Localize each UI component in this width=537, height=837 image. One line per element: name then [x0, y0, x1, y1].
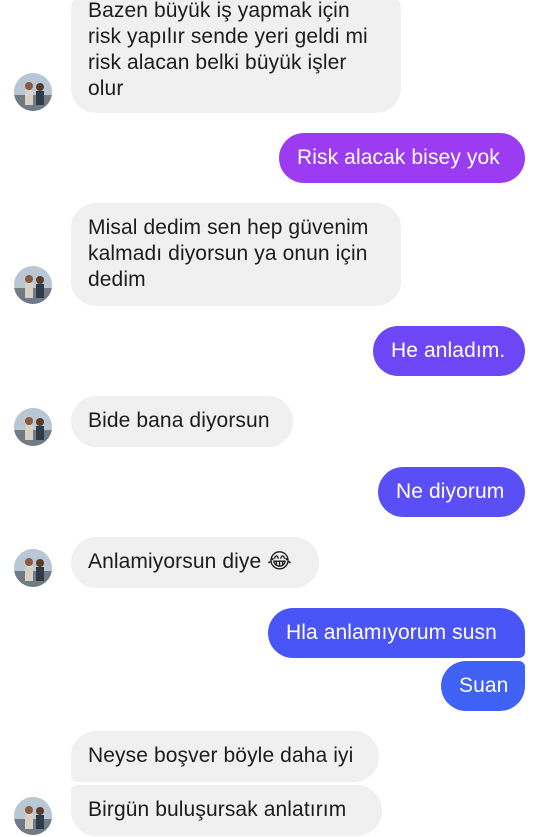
incoming-message[interactable]: Bazen büyük iş yapmak için risk yapılır … — [71, 0, 401, 113]
outgoing-message[interactable]: Risk alacak bisey yok — [279, 133, 525, 183]
incoming-message[interactable]: Bide bana diyorsun — [71, 396, 293, 447]
contact-avatar-icon[interactable] — [14, 266, 52, 304]
outgoing-message[interactable]: Suan — [441, 661, 525, 711]
contact-avatar-icon[interactable] — [14, 797, 52, 835]
incoming-message[interactable]: Anlamiyorsun diye 😂 — [71, 537, 319, 588]
incoming-message[interactable]: Neyse boşver böyle daha iyi — [71, 731, 379, 782]
incoming-message[interactable]: Birgün buluşursak anlatırım — [71, 785, 382, 836]
contact-avatar-icon[interactable] — [14, 408, 52, 446]
outgoing-message[interactable]: Ne diyorum — [378, 467, 525, 517]
contact-avatar-icon[interactable] — [14, 73, 52, 111]
outgoing-message[interactable]: He anladım. — [373, 326, 525, 376]
incoming-message[interactable]: Misal dedim sen hep güvenim kalmadı diyo… — [71, 203, 401, 306]
contact-avatar-icon[interactable] — [14, 549, 52, 587]
outgoing-message[interactable]: Hla anlamıyorum susn — [268, 608, 525, 658]
